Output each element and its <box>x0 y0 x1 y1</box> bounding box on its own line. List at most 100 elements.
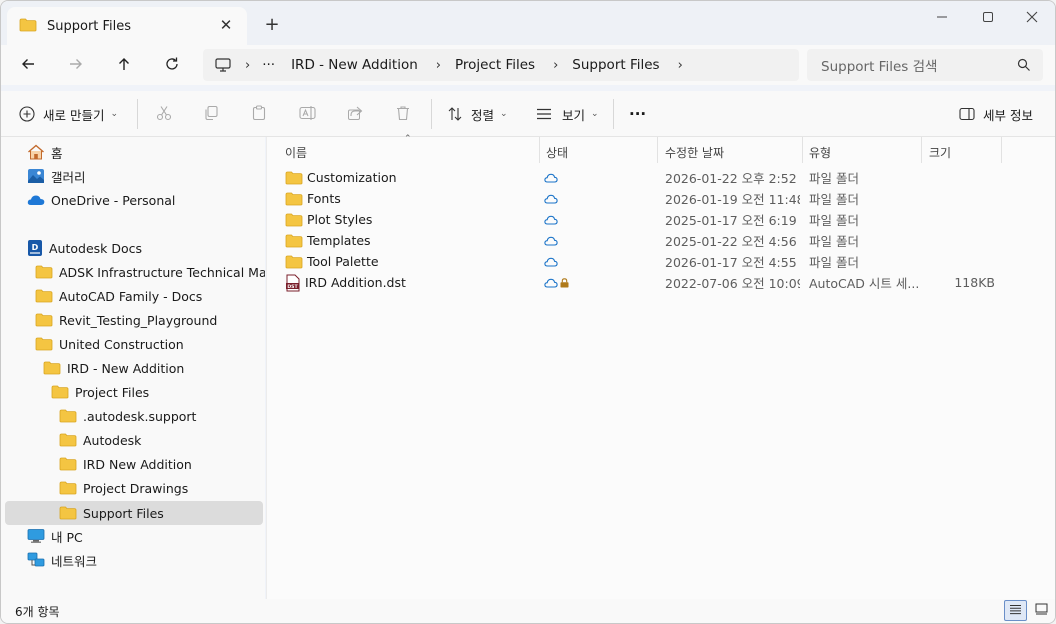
maximize-button[interactable] <box>965 5 1011 29</box>
tiles-view-button[interactable] <box>1031 600 1051 621</box>
more-options-button[interactable]: ··· <box>629 101 646 127</box>
column-divider[interactable] <box>1001 137 1002 163</box>
nav-network[interactable]: 네트워크 <box>27 548 97 572</box>
column-header-modified[interactable]: 수정한 날짜 <box>665 141 724 163</box>
details-pane-button[interactable]: 세부 정보 <box>959 101 1033 127</box>
nav-folder-adsk-infrastructure[interactable]: ADSK Infrastructure Technical Marketing <box>35 260 265 284</box>
address-row: › ··· IRD - New Addition › Project Files… <box>1 45 1055 85</box>
file-name-cell[interactable]: Tool Palette <box>285 251 535 272</box>
chevron-right-icon[interactable]: › <box>436 58 441 73</box>
details-view-icon <box>1009 604 1022 618</box>
column-divider[interactable] <box>921 137 922 163</box>
file-status-cell <box>544 251 644 272</box>
search-input[interactable]: Support Files 검색 <box>807 49 1043 81</box>
nav-folder-ird-new-addition-sub[interactable]: IRD New Addition <box>59 452 192 476</box>
nav-folder-project-drawings[interactable]: Project Drawings <box>59 476 188 500</box>
nav-folder-united-construction[interactable]: United Construction <box>35 332 184 356</box>
breadcrumb-support-files[interactable]: Support Files <box>572 57 659 73</box>
nav-home[interactable]: 홈 <box>27 140 63 164</box>
nav-folder-ird-new-addition[interactable]: IRD - New Addition <box>43 356 184 380</box>
arrow-right-icon <box>68 56 84 75</box>
column-divider[interactable] <box>802 137 803 163</box>
nav-folder-autodesk[interactable]: Autodesk <box>59 428 141 452</box>
file-size <box>929 251 995 272</box>
new-tab-button[interactable]: + <box>261 13 283 35</box>
copy-button[interactable] <box>203 101 219 127</box>
network-icon <box>27 552 45 568</box>
minimize-button[interactable] <box>919 5 965 29</box>
nav-folder-autodesk-support[interactable]: .autodesk.support <box>59 404 196 428</box>
folder-open-icon <box>35 337 53 351</box>
folder-open-icon <box>43 361 61 375</box>
column-divider[interactable] <box>657 137 658 163</box>
autodesk-docs-icon: D <box>27 239 43 257</box>
nav-folder-label: Revit_Testing_Playground <box>59 312 218 328</box>
file-name-cell[interactable]: Plot Styles <box>285 209 535 230</box>
cut-button[interactable] <box>156 101 172 127</box>
file-name: Plot Styles <box>307 212 373 227</box>
plus-circle-icon <box>19 106 35 122</box>
nav-folder-label: IRD New Addition <box>83 456 192 472</box>
file-row[interactable]: Customization 2026-01-22 오후 2:52 파일 폴더 <box>267 167 1047 188</box>
column-divider[interactable] <box>539 137 540 163</box>
cloud-icon <box>544 236 558 246</box>
column-header-status[interactable]: 상태 <box>546 141 568 163</box>
nav-gallery[interactable]: 갤러리 <box>27 164 86 188</box>
folder-icon <box>59 481 77 495</box>
file-name-cell[interactable]: Customization <box>285 167 535 188</box>
file-row[interactable]: Templates 2025-01-22 오전 4:56 파일 폴더 <box>267 230 1047 251</box>
file-name-cell[interactable]: Fonts <box>285 188 535 209</box>
column-header-name[interactable]: 이름 <box>285 141 307 163</box>
file-status-cell <box>544 230 644 251</box>
chevron-right-icon[interactable]: › <box>245 58 250 73</box>
file-size <box>929 188 995 209</box>
command-bar: 새로 만들기 ⌄ 정렬 ⌄ 보기 ⌄ ··· 세부 정보 <box>1 91 1055 137</box>
file-name-cell[interactable]: Templates <box>285 230 535 251</box>
file-row[interactable]: Tool Palette 2026-01-17 오전 4:55 파일 폴더 <box>267 251 1047 272</box>
up-button[interactable] <box>109 51 139 79</box>
file-row[interactable]: DST IRD Addition.dst 2022-07-06 오전 10:09 Au… <box>267 272 1047 293</box>
breadcrumb-ird-new-addition[interactable]: IRD - New Addition <box>291 57 418 73</box>
nav-this-pc[interactable]: 내 PC <box>27 524 83 548</box>
share-icon <box>347 105 363 124</box>
breadcrumb-project-files[interactable]: Project Files <box>455 57 535 73</box>
column-header-size[interactable]: 크기 <box>929 141 951 163</box>
sort-label: 정렬 <box>471 107 495 123</box>
details-view-button[interactable] <box>1004 600 1027 621</box>
search-placeholder: Support Files 검색 <box>821 59 938 75</box>
nav-folder-autocad-family[interactable]: AutoCAD Family - Docs <box>35 284 202 308</box>
nav-network-label: 네트워크 <box>51 553 98 569</box>
nav-folder-project-files[interactable]: Project Files <box>51 380 149 404</box>
paste-button[interactable] <box>251 101 267 127</box>
forward-button[interactable] <box>61 51 91 79</box>
nav-onedrive[interactable]: OneDrive - Personal <box>27 188 175 212</box>
file-row[interactable]: Plot Styles 2025-01-17 오전 6:19 파일 폴더 <box>267 209 1047 230</box>
chevron-right-icon[interactable]: › <box>678 58 683 73</box>
file-size <box>929 230 995 251</box>
new-button[interactable]: 새로 만들기 ⌄ <box>19 101 118 127</box>
view-button[interactable]: 보기 ⌄ <box>536 101 599 127</box>
folder-icon <box>59 409 77 423</box>
file-name: Tool Palette <box>307 254 379 269</box>
nav-autodesk-docs[interactable]: D Autodesk Docs <box>27 236 142 260</box>
column-header-type[interactable]: 유형 <box>809 141 831 163</box>
monitor-icon <box>27 528 45 544</box>
tab-close-button[interactable]: ✕ <box>217 16 235 34</box>
nav-folder-support-files[interactable]: Support Files <box>5 501 263 525</box>
delete-button[interactable] <box>395 101 411 127</box>
chevron-right-icon[interactable]: › <box>553 58 558 73</box>
file-name-cell[interactable]: DST IRD Addition.dst <box>285 272 535 293</box>
nav-folder-revit-testing[interactable]: Revit_Testing_Playground <box>35 308 217 332</box>
breadcrumb-overflow[interactable]: ··· <box>262 57 275 73</box>
address-bar[interactable]: › ··· IRD - New Addition › Project Files… <box>203 49 799 81</box>
tab-support-files[interactable]: Support Files ✕ <box>7 7 247 45</box>
rename-button[interactable] <box>299 101 317 127</box>
file-size <box>929 167 995 188</box>
share-button[interactable] <box>347 101 363 127</box>
close-window-button[interactable] <box>1009 5 1055 29</box>
file-type: 파일 폴더 <box>809 192 859 207</box>
sort-button[interactable]: 정렬 ⌄ <box>447 101 508 127</box>
refresh-button[interactable] <box>157 51 187 79</box>
back-button[interactable] <box>13 51 43 79</box>
file-row[interactable]: Fonts 2026-01-19 오전 11:48 파일 폴더 <box>267 188 1047 209</box>
